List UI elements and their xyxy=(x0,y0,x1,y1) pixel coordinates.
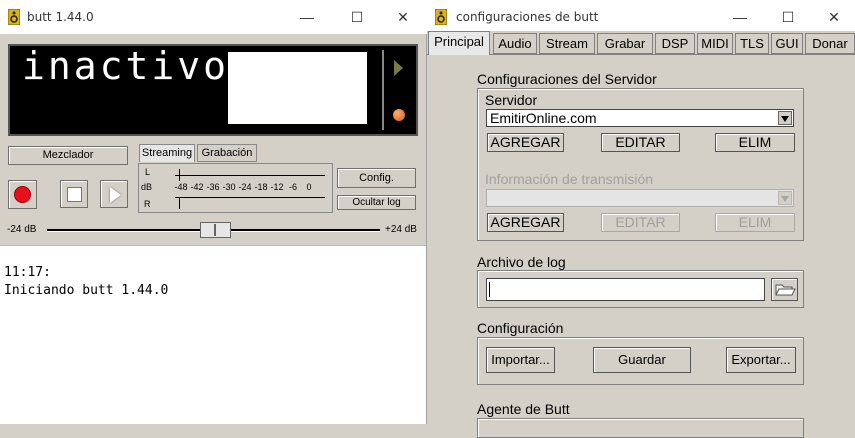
maximize-button[interactable]: ☐ xyxy=(340,0,374,34)
server-section-title: Configuraciones del Servidor xyxy=(477,71,657,87)
minimize-button[interactable]: — xyxy=(290,0,324,34)
status-text: inactivo xyxy=(22,44,230,88)
browse-button[interactable] xyxy=(771,278,798,301)
delete-server-button[interactable]: ELIM xyxy=(715,133,795,152)
gain-min-label: -24 dB xyxy=(7,224,37,235)
folder-open-icon xyxy=(774,284,796,296)
config-button[interactable]: Config. xyxy=(337,168,416,188)
log-line: 11:17: xyxy=(4,265,51,280)
config-section-title: Configuración xyxy=(477,320,564,336)
tab-dsp[interactable]: DSP xyxy=(655,33,695,54)
tab-gui[interactable]: GUI xyxy=(771,33,803,54)
tab-grabacion[interactable]: Grabación xyxy=(197,144,257,162)
tab-streaming[interactable]: Streaming xyxy=(139,144,195,162)
log-line: Iniciando butt 1.44.0 xyxy=(4,283,169,298)
log-file-input[interactable] xyxy=(486,278,765,301)
tab-principal[interactable]: Principal xyxy=(428,31,490,55)
record-icon xyxy=(14,186,31,203)
butt-app-icon xyxy=(435,9,447,25)
minimize-button[interactable]: — xyxy=(723,0,757,34)
settings-window: configuraciones de butt — ☐ ✕ Principal … xyxy=(427,0,855,438)
hide-log-button[interactable]: Ocultar log xyxy=(337,195,416,210)
stream-info-label: Información de transmisión xyxy=(485,171,654,187)
window-title: configuraciones de butt xyxy=(456,10,599,24)
log-area[interactable]: 11:17: Iniciando butt 1.44.0 xyxy=(0,245,426,424)
butt-main-window: butt 1.44.0 — ☐ ✕ inactivo Mezclador Str… xyxy=(0,0,427,424)
stream-indicator-icon xyxy=(394,60,403,76)
vu-meter: L dB R -48 -42 -36 -30 -24 -18 -12 -6 0 xyxy=(138,163,333,213)
edit-server-button[interactable]: EDITAR xyxy=(601,133,680,152)
vu-scale-label: 0 xyxy=(306,182,312,192)
display-area xyxy=(228,52,367,124)
tab-midi[interactable]: MIDI xyxy=(697,33,733,54)
title-bar: butt 1.44.0 — ☐ ✕ xyxy=(0,0,427,34)
record-button[interactable] xyxy=(8,180,37,209)
edit-info-button[interactable]: EDITAR xyxy=(601,213,680,232)
butt-app-icon xyxy=(8,9,20,25)
log-section-title: Archivo de log xyxy=(477,254,566,270)
server-select-value: EmitirOnline.com xyxy=(490,110,597,126)
tab-stream[interactable]: Stream xyxy=(539,33,595,54)
agent-group xyxy=(477,418,804,438)
gain-max-label: +24 dB xyxy=(385,224,417,235)
stop-button[interactable] xyxy=(60,180,88,208)
record-indicator-icon xyxy=(393,109,405,121)
import-button[interactable]: Importar... xyxy=(486,347,555,373)
tab-audio[interactable]: Audio xyxy=(493,33,537,54)
tab-grabar[interactable]: Grabar xyxy=(597,33,653,54)
window-title: butt 1.44.0 xyxy=(27,10,94,24)
config-group: Importar... Guardar Exportar... xyxy=(477,337,804,385)
server-group: Servidor EmitirOnline.com AGREGAR EDITAR… xyxy=(477,88,804,241)
close-button[interactable]: ✕ xyxy=(817,0,851,34)
title-bar: configuraciones de butt — ☐ ✕ xyxy=(427,0,855,31)
display-divider xyxy=(382,50,384,130)
gain-slider-thumb[interactable] xyxy=(200,222,231,238)
play-button[interactable] xyxy=(100,180,128,208)
server-select[interactable]: EmitirOnline.com xyxy=(486,109,794,127)
add-info-button[interactable]: AGREGAR xyxy=(487,213,564,232)
tab-tls[interactable]: TLS xyxy=(735,33,769,54)
export-button[interactable]: Exportar... xyxy=(726,347,796,373)
tab-donar[interactable]: Donar xyxy=(805,33,855,54)
save-button[interactable]: Guardar xyxy=(593,347,691,373)
close-button[interactable]: ✕ xyxy=(386,0,420,34)
stop-icon xyxy=(67,187,82,202)
tab-divider xyxy=(427,54,855,55)
stream-info-select[interactable] xyxy=(486,189,794,207)
chevron-down-icon[interactable] xyxy=(778,111,792,125)
chevron-down-icon[interactable] xyxy=(778,191,792,205)
mixer-button[interactable]: Mezclador xyxy=(8,146,128,165)
text-cursor xyxy=(489,282,490,297)
server-label: Servidor xyxy=(485,92,538,108)
maximize-button[interactable]: ☐ xyxy=(771,0,805,34)
agent-section-title: Agente de Butt xyxy=(477,401,570,417)
play-icon xyxy=(110,187,121,203)
add-server-button[interactable]: AGREGAR xyxy=(487,133,564,152)
status-display: inactivo xyxy=(8,44,418,136)
delete-info-button[interactable]: ELIM xyxy=(715,213,795,232)
log-group xyxy=(477,270,804,308)
